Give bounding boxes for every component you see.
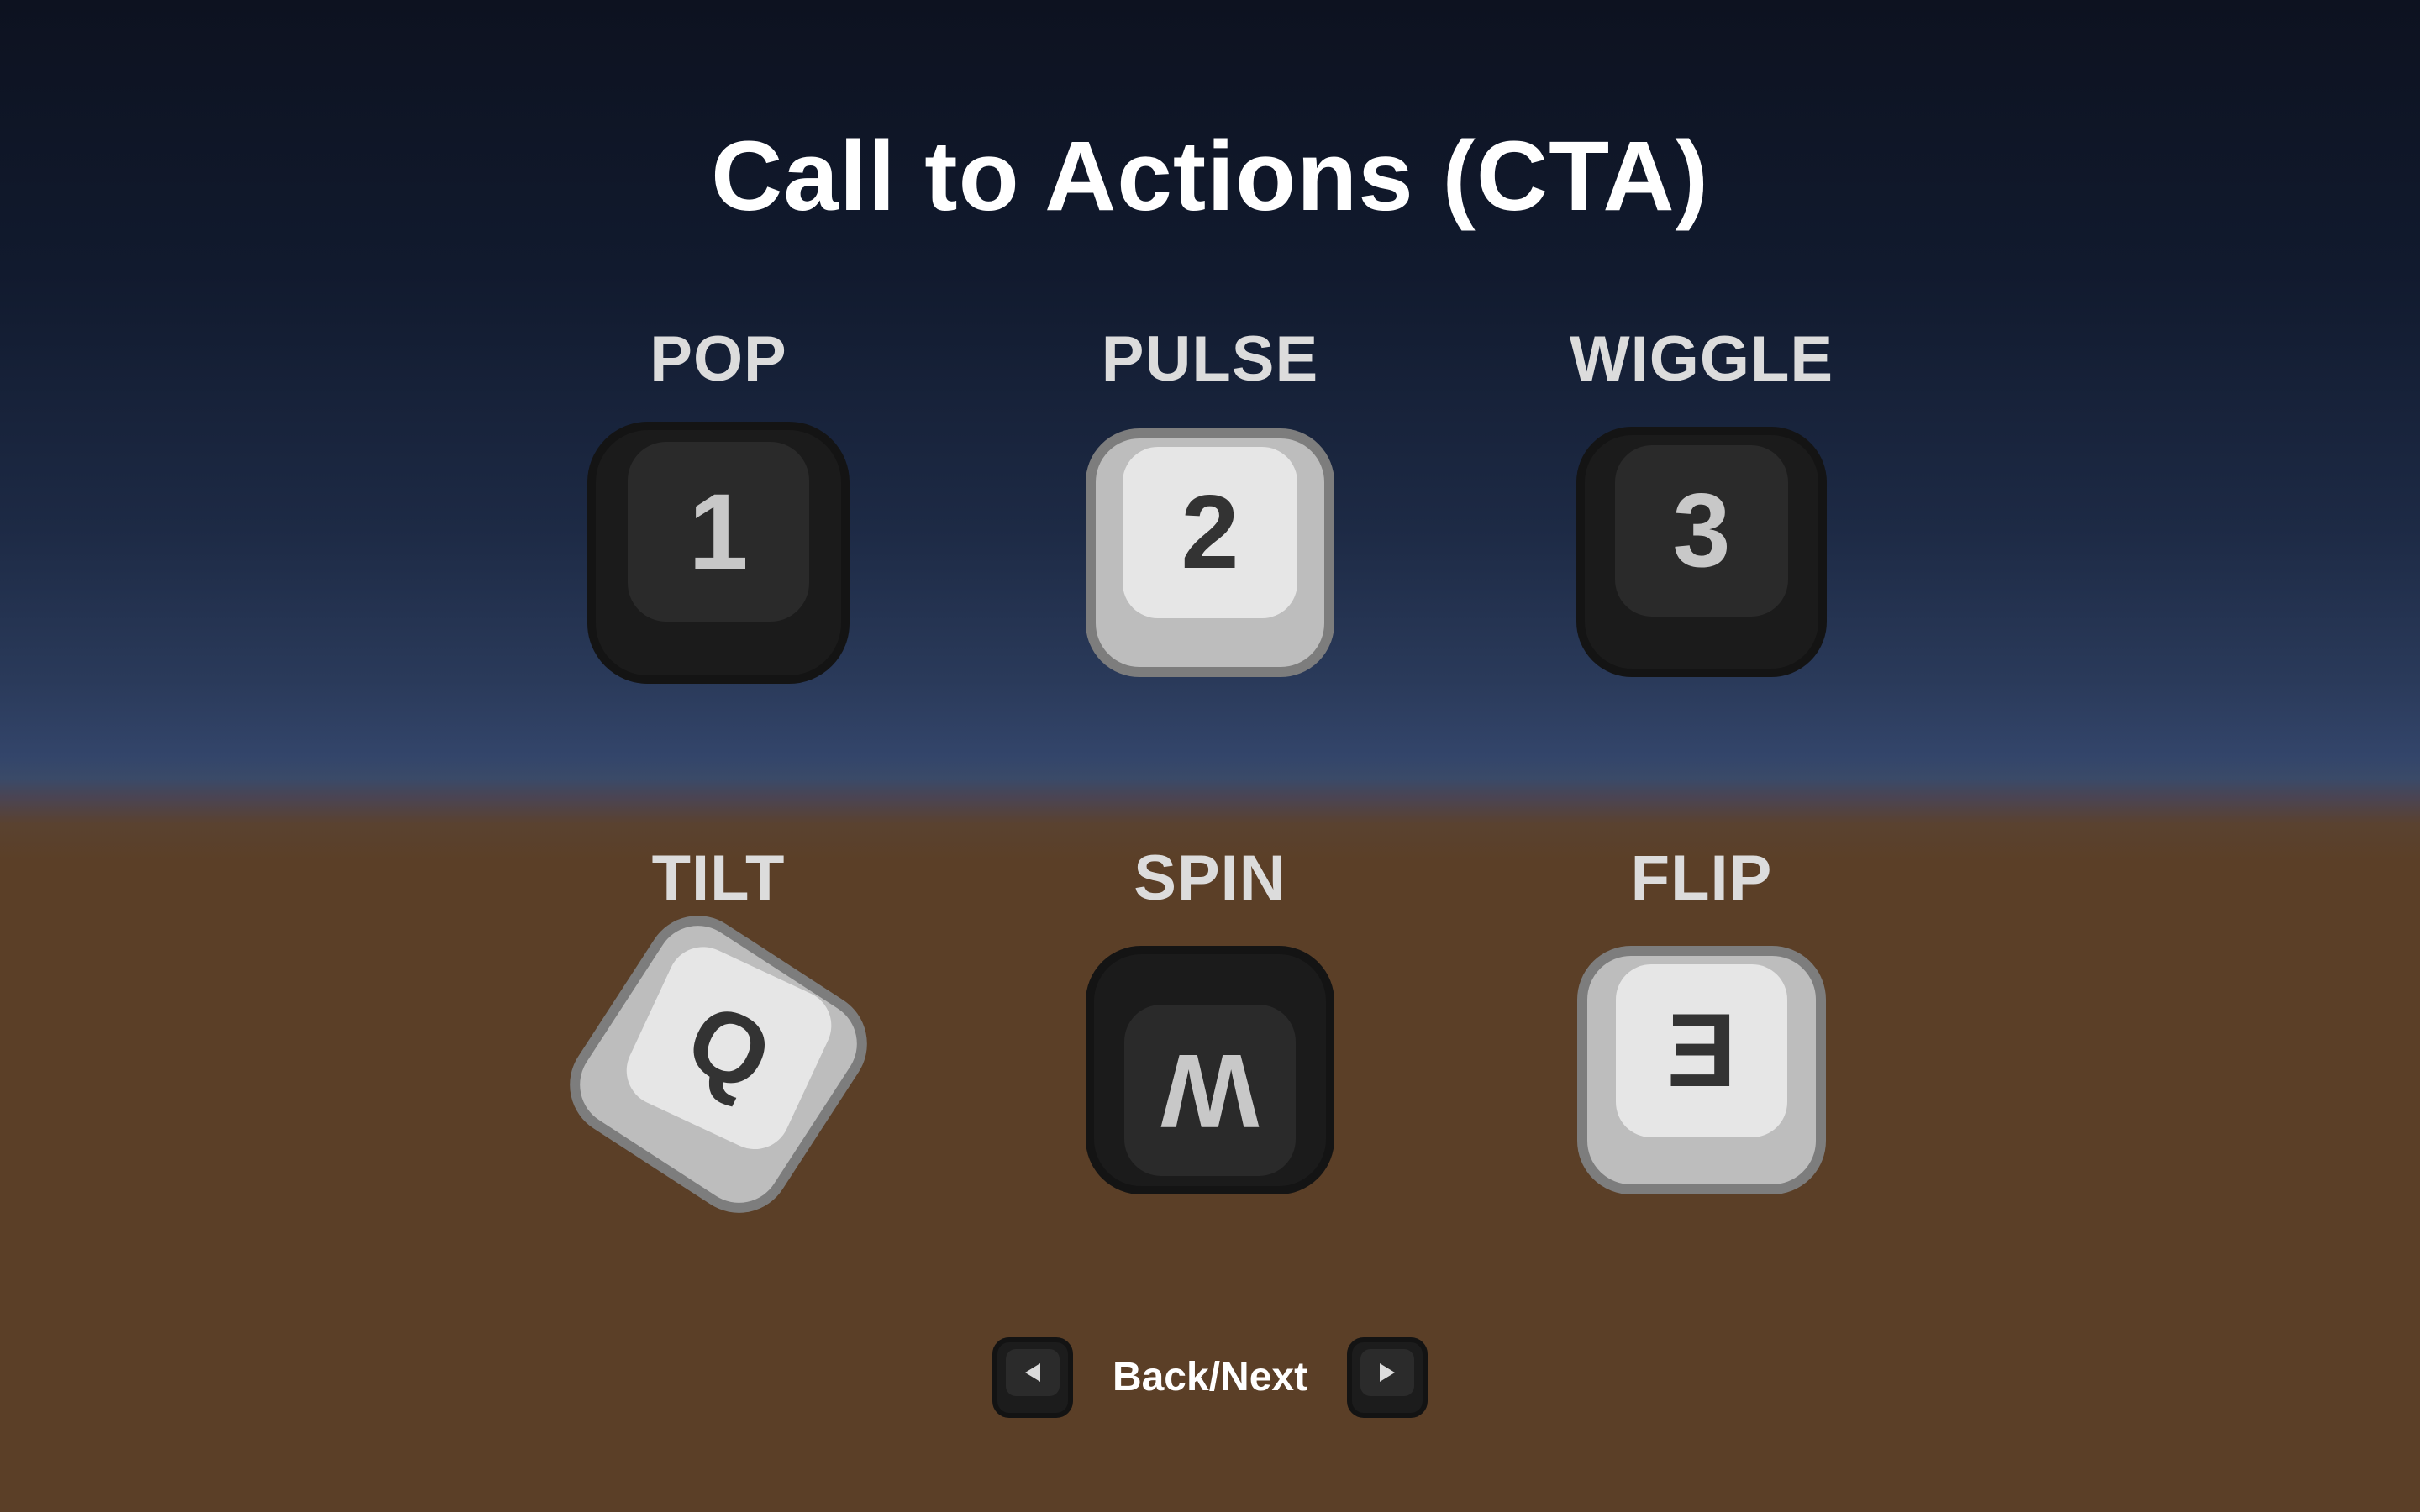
key-q-button[interactable]: Q	[550, 895, 887, 1233]
back-next-label: Back/Next	[1112, 1355, 1308, 1399]
cta-flip: FLIP E	[1525, 843, 1878, 1194]
cta-wiggle: WIGGLE 3	[1525, 323, 1878, 677]
cta-flip-label: FLIP	[1630, 843, 1773, 914]
cta-spin-label: SPIN	[1134, 843, 1286, 914]
key-e-button[interactable]: E	[1577, 946, 1826, 1194]
key-1-button[interactable]: 1	[587, 422, 850, 684]
key-3-button[interactable]: 3	[1576, 427, 1827, 677]
page-title: Call to Actions (CTA)	[711, 121, 1709, 232]
key-3-face: 3	[1615, 445, 1788, 617]
key-w-button[interactable]: W	[1086, 946, 1334, 1194]
back-next-nav: Back/Next	[0, 1337, 2420, 1421]
cta-wiggle-label: WIGGLE	[1569, 323, 1834, 395]
key-1-face: 1	[628, 442, 809, 622]
cta-pop: POP 1	[542, 323, 895, 684]
next-button-face	[1360, 1349, 1414, 1396]
cta-pulse-label: PULSE	[1101, 323, 1319, 395]
cta-pop-label: POP	[650, 323, 787, 395]
cta-tilt: TILT Q	[542, 843, 895, 1233]
key-w-face: W	[1124, 1005, 1296, 1176]
cta-pulse: PULSE 2	[1034, 323, 1386, 677]
next-button[interactable]	[1347, 1337, 1428, 1418]
key-2-button[interactable]: 2	[1086, 428, 1334, 677]
cta-tilt-label: TILT	[651, 843, 786, 914]
key-2-face: 2	[1123, 447, 1297, 618]
key-q-face: Q	[614, 935, 844, 1161]
arrow-right-icon	[1380, 1363, 1395, 1382]
key-e-face: E	[1616, 964, 1787, 1137]
cta-spin: SPIN W	[1034, 843, 1386, 1194]
